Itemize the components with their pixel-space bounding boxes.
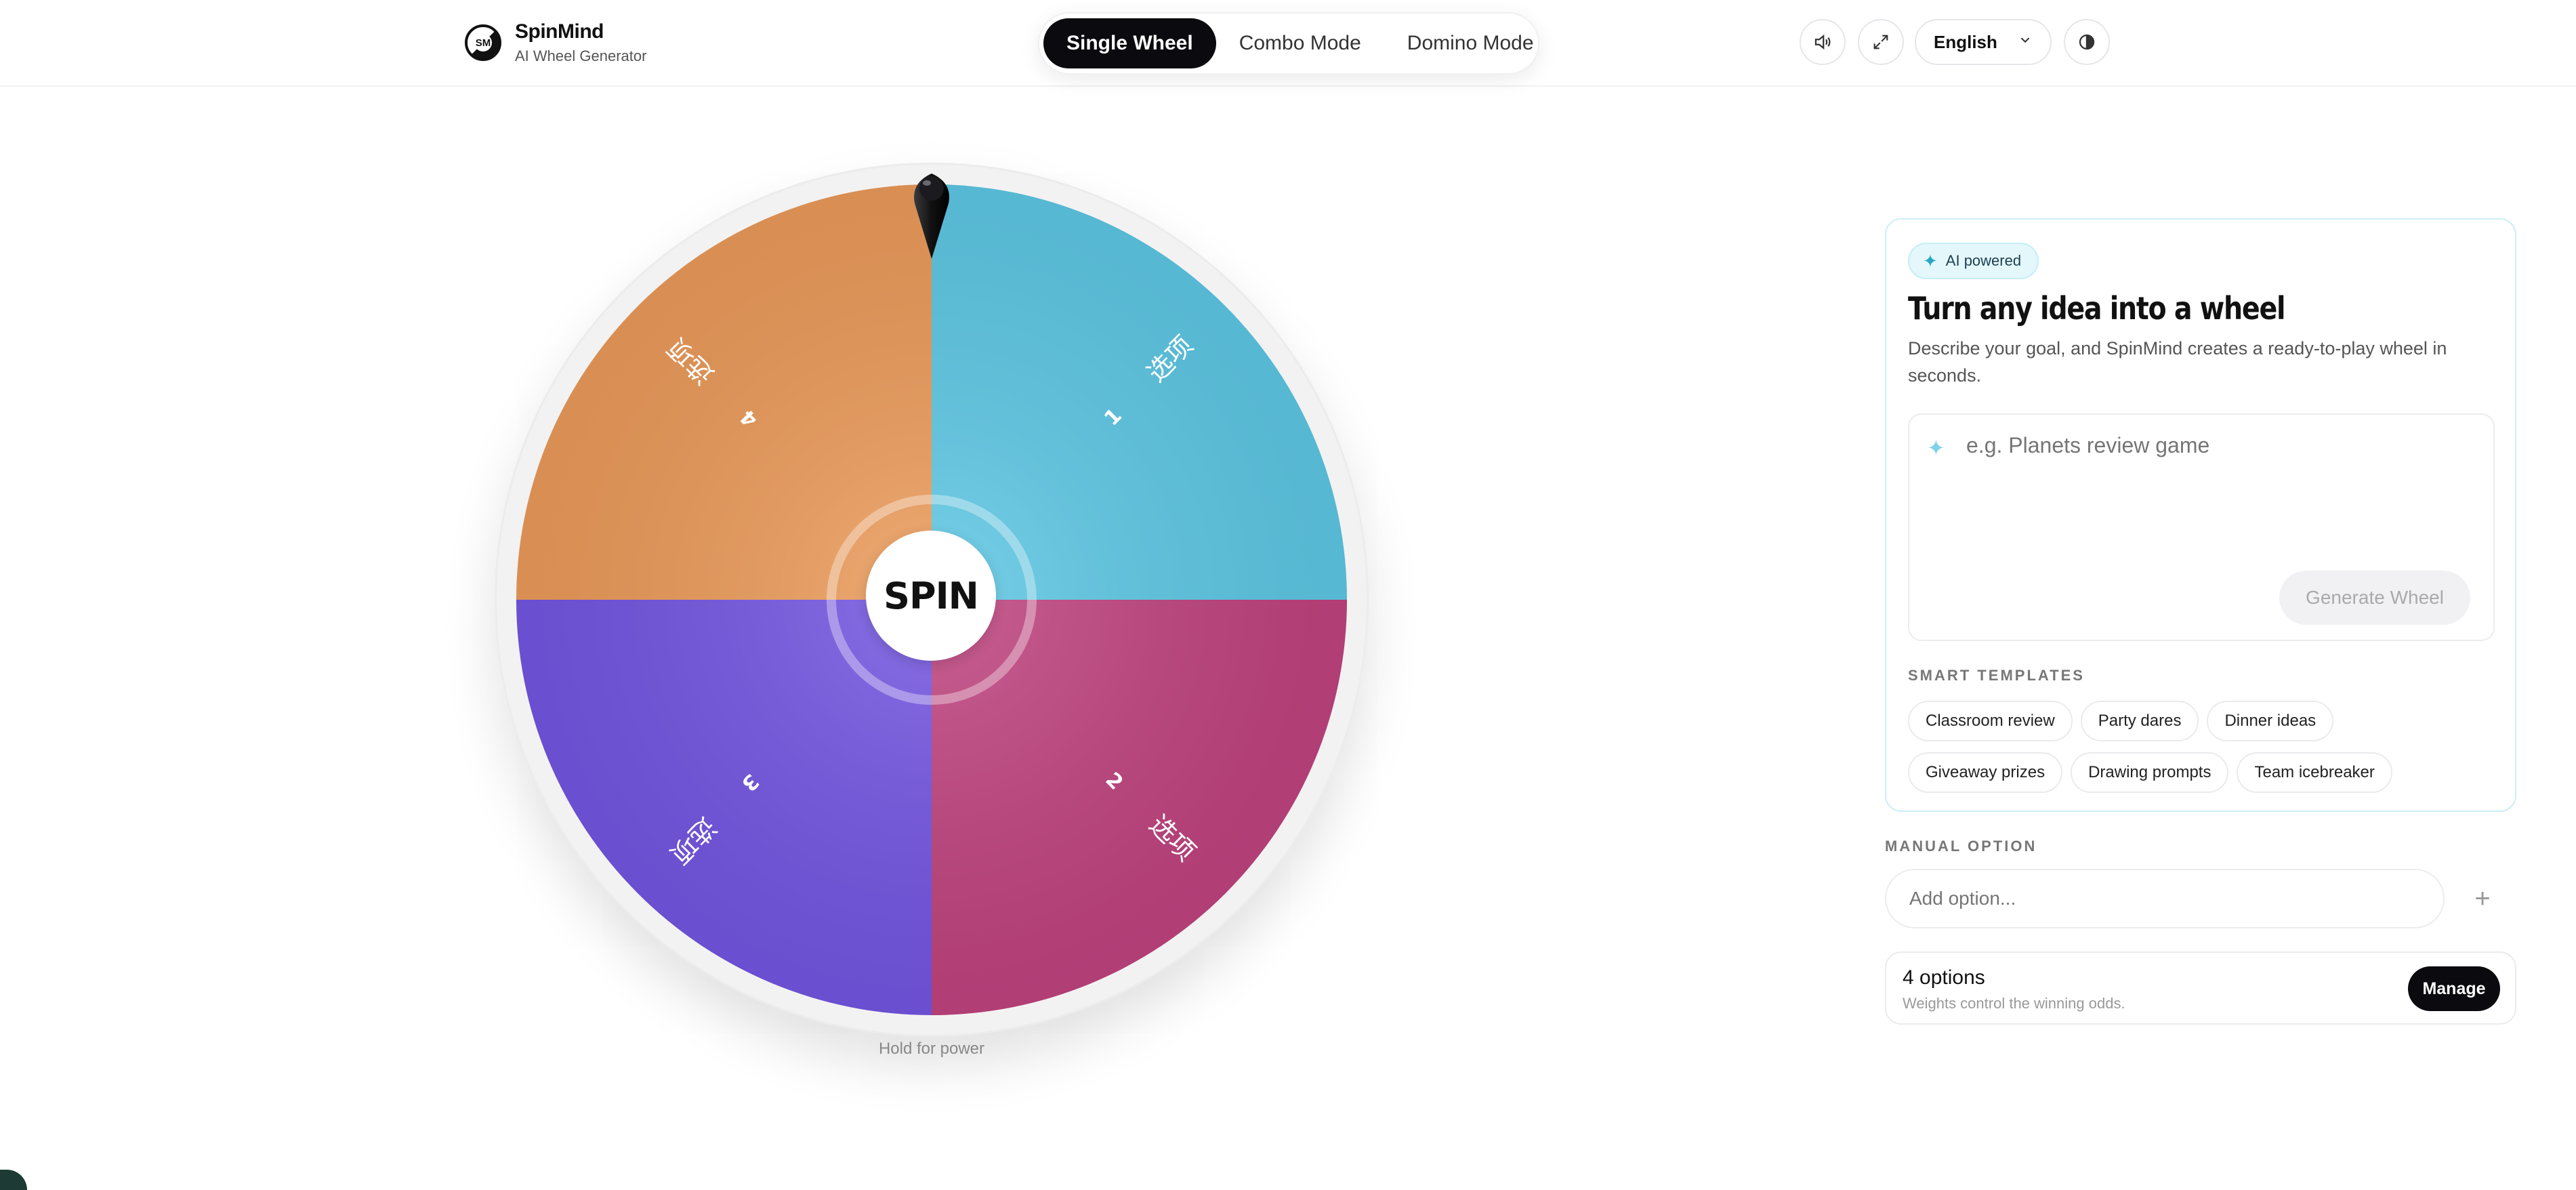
tab-single-wheel[interactable]: Single Wheel bbox=[1043, 18, 1216, 68]
brand-subtitle: AI Wheel Generator bbox=[515, 47, 647, 64]
template-chip[interactable]: Dinner ideas bbox=[2207, 701, 2334, 741]
logo-mark: SM bbox=[474, 34, 492, 52]
smart-templates-label: SMART TEMPLATES bbox=[1908, 667, 2085, 684]
language-select[interactable]: English bbox=[1915, 19, 2052, 65]
template-chips: Classroom review Party dares Dinner ideas G… bbox=[1908, 701, 2504, 804]
volume-icon[interactable] bbox=[1800, 19, 1846, 65]
add-option-button[interactable]: + bbox=[2458, 874, 2507, 923]
prompt-box[interactable]: ✦ Generate Wheel bbox=[1908, 413, 2495, 641]
template-chip[interactable]: Party dares bbox=[2080, 701, 2199, 741]
sparkle-icon: ✦ bbox=[1927, 436, 1945, 460]
brand-logo: SM bbox=[465, 24, 501, 61]
prompt-input[interactable] bbox=[1965, 432, 2469, 459]
tab-combo-mode[interactable]: Combo Mode bbox=[1216, 18, 1384, 68]
add-option-input[interactable] bbox=[1885, 869, 2445, 928]
ai-powered-badge: ✦ AI powered bbox=[1908, 243, 2039, 279]
ai-card-title: Turn any idea into a wheel bbox=[1908, 290, 2286, 327]
brand-name: SpinMind bbox=[515, 20, 604, 43]
options-summary: 4 options Weights control the winning od… bbox=[1885, 951, 2516, 1025]
brand[interactable]: SM SpinMind AI Wheel Generator bbox=[465, 20, 646, 65]
wheel-pointer bbox=[914, 173, 949, 259]
chevron-down-icon bbox=[2018, 33, 2033, 52]
language-value: English bbox=[1934, 31, 1997, 52]
template-chip[interactable]: Team icebreaker bbox=[2237, 752, 2392, 793]
template-chip[interactable]: Drawing prompts bbox=[2071, 752, 2229, 793]
ai-card-description: Describe your goal, and SpinMind creates… bbox=[1908, 338, 2447, 386]
generate-wheel-button[interactable]: Generate Wheel bbox=[2279, 571, 2470, 625]
fullscreen-icon[interactable] bbox=[1858, 19, 1904, 65]
mode-switcher: Single Wheel Combo Mode Domino Mode bbox=[1038, 12, 1539, 75]
tab-domino-mode[interactable]: Domino Mode bbox=[1384, 18, 1557, 68]
theme-icon[interactable] bbox=[2064, 19, 2110, 65]
manual-option-label: MANUAL OPTION bbox=[1885, 838, 2037, 855]
template-chip[interactable]: Giveaway prizes bbox=[1908, 752, 2063, 793]
top-bar: SM SpinMind AI Wheel Generator Single Wh… bbox=[0, 0, 2576, 87]
corner-decoration bbox=[0, 1170, 27, 1190]
hold-for-power-hint: Hold for power bbox=[878, 1040, 985, 1058]
template-chip[interactable]: Classroom review bbox=[1908, 701, 2073, 741]
ai-badge-label: AI powered bbox=[1945, 252, 2022, 269]
options-subtext: Weights control the winning odds. bbox=[1903, 995, 2125, 1012]
options-count: 4 options bbox=[1903, 966, 1985, 989]
ai-generator-card: ✦ AI powered Turn any idea into a wheel … bbox=[1885, 218, 2516, 812]
manage-button[interactable]: Manage bbox=[2408, 966, 2500, 1011]
spin-button[interactable]: SPIN bbox=[866, 531, 996, 661]
sparkle-icon: ✦ bbox=[1923, 250, 1938, 271]
